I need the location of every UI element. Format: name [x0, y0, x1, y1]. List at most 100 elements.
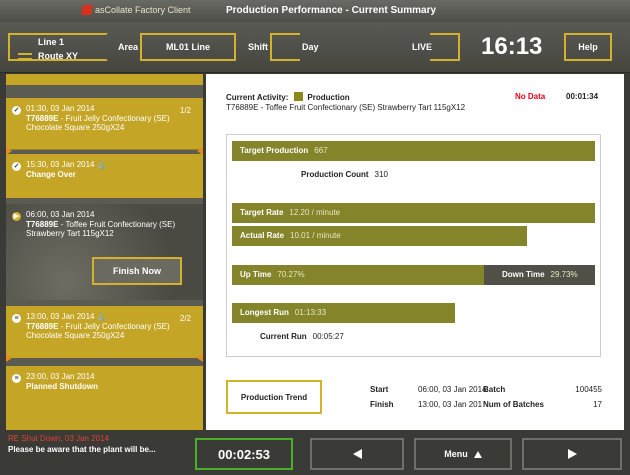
menu-lines-icon — [18, 50, 32, 63]
area-label: Area — [118, 42, 139, 52]
item-time: 15:30, 03 Jan 2014 — [26, 160, 95, 169]
next-button[interactable] — [522, 438, 622, 470]
current-run-label: Current Run — [260, 332, 307, 341]
check-icon: ✓ — [12, 106, 21, 115]
arrow-up-icon — [473, 450, 482, 458]
help-label: Help — [578, 42, 598, 52]
target-rate-label: Target Rate — [240, 208, 284, 217]
downtime-label: Down Time — [502, 270, 545, 279]
start-label: Start — [370, 385, 389, 394]
downtime-bar: Down Time 29.73% — [484, 265, 595, 285]
longest-run-value: 01:13:33 — [294, 308, 327, 317]
anchor-icon: ⚓ — [96, 312, 107, 321]
num-batches-value: 17 — [593, 400, 602, 409]
shift-label: Shift — [248, 42, 268, 52]
activity-value: Production — [307, 93, 350, 102]
marker-left-icon — [6, 354, 12, 362]
item-time: 01:30, 03 Jan 2014 — [26, 104, 95, 113]
target-rate-value: 12.20 / minute — [289, 208, 341, 217]
arrow-left-icon — [352, 449, 362, 459]
schedule-item[interactable]: ✓ 1/2 01:30, 03 Jan 2014 T76889E - Fruit… — [6, 98, 203, 150]
num-batches-label: Num of Batches — [483, 400, 544, 409]
uptime-bar: Up Time 70.27% — [232, 265, 484, 285]
performance-chart: Target Production 667 Production Count 310… — [226, 134, 601, 357]
play-icon: ▶ — [12, 212, 21, 221]
schedule-item[interactable]: ≡ 2/2 13:00, 03 Jan 2014 ⚓ T76889E - Fru… — [6, 306, 203, 358]
alert-title: RE Shut Down, 03 Jan 2014 — [8, 434, 109, 443]
brand-logo-icon — [80, 5, 94, 15]
current-activity: Current Activity: Production — [226, 92, 350, 102]
header-bar: Line 1 Route XY Area ML01 Line Shift Day… — [0, 22, 630, 73]
target-production-value: 667 — [314, 146, 328, 155]
no-data-indicator: No Data — [515, 92, 546, 101]
current-run: Current Run 00:05:27 — [260, 332, 344, 341]
anchor-icon: ⚓ — [96, 160, 107, 169]
finish-value: 13:00, 03 Jan 201 — [418, 400, 483, 409]
actual-rate-bar: Actual Rate 10.01 / minute — [232, 226, 527, 246]
alert-text: Please be aware that the plant will be..… — [8, 445, 156, 454]
current-run-value: 00:05:27 — [312, 332, 344, 341]
help-button[interactable]: Help — [564, 33, 612, 61]
title-bar: asCollate Factory Client Production Perf… — [0, 0, 630, 23]
production-trend-button[interactable]: Production Trend — [226, 380, 322, 414]
alert-message[interactable]: RE Shut Down, 03 Jan 2014 Please be awar… — [8, 433, 156, 455]
area-value: ML01 Line — [165, 42, 210, 52]
longest-run-label: Longest Run — [240, 308, 289, 317]
arrow-right-icon — [567, 449, 577, 459]
current-product: T76889E - Toffee Fruit Confectionary (SE… — [226, 103, 466, 112]
item-time: 23:00, 03 Jan 2014 — [26, 372, 95, 381]
shift-selector[interactable]: Day LIVE — [270, 33, 460, 61]
production-count: Production Count 310 — [301, 170, 388, 179]
sidebar-spacer — [6, 74, 203, 85]
actual-rate-label: Actual Rate — [240, 231, 285, 240]
start-value: 06:00, 03 Jan 2014 — [418, 385, 487, 394]
production-count-value: 310 — [374, 170, 388, 179]
item-code: Planned Shutdown — [26, 381, 98, 391]
batch-value: 100455 — [575, 385, 602, 394]
menu-button[interactable]: Menu — [414, 438, 512, 470]
schedule-item-current[interactable]: ▶ 06:00, 03 Jan 2014 T76889E - Toffee Fr… — [6, 204, 203, 300]
schedule-item[interactable]: ✓ 15:30, 03 Jan 2014 ⚓ Change Over — [6, 154, 203, 198]
finish-now-button[interactable]: Finish Now — [92, 257, 182, 285]
activity-label: Current Activity: — [226, 93, 289, 102]
item-code: T76889E — [26, 113, 59, 123]
batch-label: Batch — [483, 385, 506, 394]
finish-label: Finish — [370, 400, 394, 409]
uptime-label: Up Time — [240, 270, 272, 279]
actual-rate-value: 10.01 / minute — [290, 231, 341, 240]
production-count-label: Production Count — [301, 170, 369, 179]
queue-icon: ≡ — [12, 314, 21, 323]
queue-icon: ≡ — [12, 374, 21, 383]
schedule-item[interactable]: ≡ 23:00, 03 Jan 2014 Planned Shutdown — [6, 366, 203, 430]
summary-panel: Current Activity: Production No Data 00:0… — [206, 74, 624, 430]
app-title: Production Performance - Current Summary — [226, 5, 437, 16]
item-count: 1/2 — [179, 106, 191, 115]
target-production-label: Target Production — [240, 146, 309, 155]
brand-name: asCollate Factory Client — [95, 5, 191, 15]
menu-label: Menu — [444, 449, 468, 459]
item-count: 2/2 — [179, 314, 191, 323]
shift-value: Day — [302, 42, 319, 52]
live-indicator: LIVE — [412, 42, 433, 52]
target-production-bar: Target Production 667 — [232, 141, 595, 161]
item-time: 13:00, 03 Jan 2014 — [26, 312, 95, 321]
item-code: T76889E — [26, 321, 59, 331]
line-info[interactable]: Line 1 Route XY — [18, 35, 78, 63]
footer-bar: RE Shut Down, 03 Jan 2014 Please be awar… — [0, 433, 630, 475]
target-rate-bar: Target Rate 12.20 / minute — [232, 203, 595, 223]
route-label: Route XY — [38, 51, 79, 61]
check-icon: ✓ — [12, 162, 21, 171]
line-label: Line 1 — [38, 37, 65, 47]
item-time: 06:00, 03 Jan 2014 — [26, 210, 95, 219]
clock: 16:13 — [481, 33, 543, 60]
downtime-value: 29.73% — [550, 270, 578, 279]
item-code: T76889E — [26, 219, 59, 229]
uptime-value: 70.27% — [277, 270, 305, 279]
brand: asCollate Factory Client — [80, 5, 191, 15]
schedule-sidebar: ✓ 1/2 01:30, 03 Jan 2014 T76889E - Fruit… — [6, 74, 203, 430]
marker-right-icon — [197, 354, 203, 362]
longest-run-bar: Longest Run 01:13:33 — [232, 303, 455, 323]
item-code: Change Over — [26, 169, 76, 179]
area-selector[interactable]: ML01 Line — [140, 33, 236, 61]
previous-button[interactable] — [310, 438, 404, 470]
